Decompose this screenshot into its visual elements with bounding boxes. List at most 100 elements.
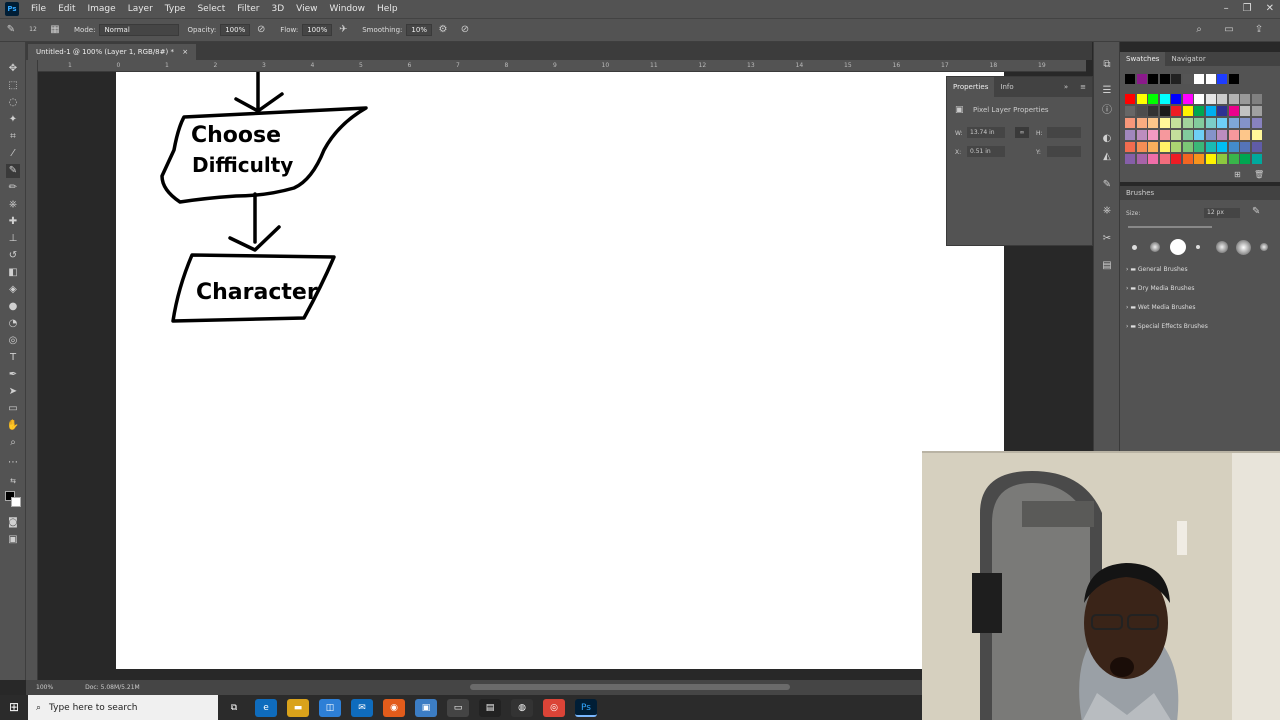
color-swatch[interactable] [1228,106,1239,116]
color-panel-icon[interactable]: ◐ [1100,132,1114,146]
brush-preset[interactable] [1216,241,1228,253]
color-swatch[interactable] [1148,106,1158,116]
clone-source-icon[interactable]: ⎈ [1100,204,1114,218]
collapse-icon[interactable]: » [1058,83,1074,91]
color-swatch[interactable] [1240,130,1250,140]
color-swatch[interactable] [1194,130,1204,140]
document-tab[interactable]: Untitled-1 @ 100% (Layer 1, RGB/8#) * × [28,44,197,60]
pressure-size-icon[interactable]: ⊘ [458,23,472,37]
tab-info[interactable]: Info [994,83,1019,91]
lasso-tool-icon[interactable]: ◌ [6,96,20,110]
obs-icon[interactable]: ◍ [511,698,533,717]
color-swatch[interactable] [1159,74,1170,84]
quick-select-tool-icon[interactable]: ✦ [6,113,20,127]
color-swatch[interactable] [1148,94,1158,104]
screen-mode-icon[interactable]: ▣ [6,533,20,547]
color-swatch[interactable] [1171,154,1181,164]
store-icon[interactable]: ◫ [319,698,341,717]
color-swatch[interactable] [1240,154,1250,164]
brush-preset[interactable] [1150,242,1160,252]
color-swatch[interactable] [1205,106,1216,116]
pencil-tool-icon[interactable]: ✏ [6,181,20,195]
color-swatch[interactable] [1182,130,1193,140]
color-swatch[interactable] [1136,106,1147,116]
airbrush-icon[interactable]: ✈ [336,23,350,37]
color-swatch[interactable] [1182,142,1193,152]
brush-preset[interactable] [1260,243,1268,251]
flow-field[interactable]: 100% [302,24,333,36]
more-tools-icon[interactable]: ⋯ [6,456,20,470]
color-swatch[interactable] [1136,130,1147,140]
opacity-field[interactable]: 100% [220,24,251,36]
color-swatch[interactable] [1217,118,1227,128]
zoom-tool-icon[interactable]: ⌕ [6,436,20,450]
menu-image[interactable]: Image [82,4,122,14]
color-swatch[interactable] [1171,74,1181,84]
color-swatch[interactable] [1125,106,1135,116]
firefox-icon[interactable]: ◉ [383,698,405,717]
color-swatch[interactable] [1171,106,1181,116]
swap-colors-icon[interactable]: ⇆ [6,474,20,488]
stamp-tool-icon[interactable]: ⊥ [6,232,20,246]
app-icon[interactable]: ▭ [447,698,469,717]
healing-brush-icon[interactable]: ✚ [6,215,20,229]
edge-icon[interactable]: e [255,698,277,717]
color-swatch[interactable] [1125,142,1135,152]
h-field[interactable] [1047,127,1081,138]
brush-folder[interactable]: › ▬ Dry Media Brushes [1126,285,1195,292]
color-swatch[interactable] [1251,130,1262,140]
brush-preset[interactable] [1236,240,1251,255]
w-field[interactable]: 13.74 in [967,127,1005,138]
horizontal-ruler[interactable]: 101234567891011121314151617181920 [26,60,1086,72]
color-swatch[interactable] [1159,130,1170,140]
quick-mask-icon[interactable]: ◙ [6,516,20,530]
background-color-swatch[interactable] [11,497,21,507]
chrome-icon[interactable]: ◎ [543,698,565,717]
tab-navigator[interactable]: Navigator [1165,52,1211,66]
color-swatch[interactable] [1205,130,1216,140]
share-icon[interactable]: ⇪ [1252,23,1266,37]
brush-preset[interactable] [1132,245,1137,250]
path-select-icon[interactable]: ➤ [6,385,20,399]
color-swatch[interactable] [1159,94,1170,104]
color-swatch[interactable] [1251,142,1262,152]
smoothing-field[interactable]: 10% [406,24,432,36]
brush-preset[interactable] [1170,239,1186,255]
color-swatch[interactable] [1182,74,1193,84]
rectangle-tool-icon[interactable]: ▭ [6,402,20,416]
pressure-opacity-icon[interactable]: ⊘ [254,23,268,37]
color-swatch[interactable] [1148,142,1158,152]
tab-properties[interactable]: Properties [947,77,995,97]
color-swatch[interactable] [1228,74,1239,84]
color-swatch[interactable] [1217,106,1227,116]
menu-window[interactable]: Window [324,4,372,14]
color-swatch[interactable] [1148,130,1158,140]
color-swatch[interactable] [1228,94,1239,104]
workspace-icon[interactable]: ▭ [1222,23,1236,37]
color-swatch[interactable] [1159,142,1170,152]
eyedropper-tool-icon[interactable]: ⁄ [6,147,20,161]
color-swatch[interactable] [1136,142,1147,152]
color-swatch[interactable] [1182,94,1193,104]
color-swatch[interactable] [1217,142,1227,152]
app-icon[interactable]: ▣ [415,698,437,717]
color-swatch[interactable] [1159,154,1170,164]
terminal-icon[interactable]: ▤ [479,698,501,717]
info-panel-icon[interactable]: ⓘ [1100,104,1114,118]
close-icon[interactable]: ✕ [1266,0,1274,18]
hand-tool-icon[interactable]: ✋ [6,419,20,433]
tab-close-icon[interactable]: × [182,48,188,56]
windows-start-icon[interactable]: ⊞ [0,695,28,720]
menu-edit[interactable]: Edit [52,4,81,14]
color-swatch[interactable] [1159,106,1170,116]
color-swatch[interactable] [1217,94,1227,104]
search-icon[interactable]: ⌕ [1192,23,1206,37]
move-tool-icon[interactable]: ✥ [6,62,20,76]
tools-panel-icon[interactable]: ✂ [1100,232,1114,246]
menu-type[interactable]: Type [159,4,192,14]
color-swatch[interactable] [1251,94,1262,104]
color-swatch[interactable] [1125,130,1135,140]
y-field[interactable] [1047,146,1081,157]
color-swatch[interactable] [1228,142,1239,152]
crop-tool-icon[interactable]: ⌗ [6,130,20,144]
